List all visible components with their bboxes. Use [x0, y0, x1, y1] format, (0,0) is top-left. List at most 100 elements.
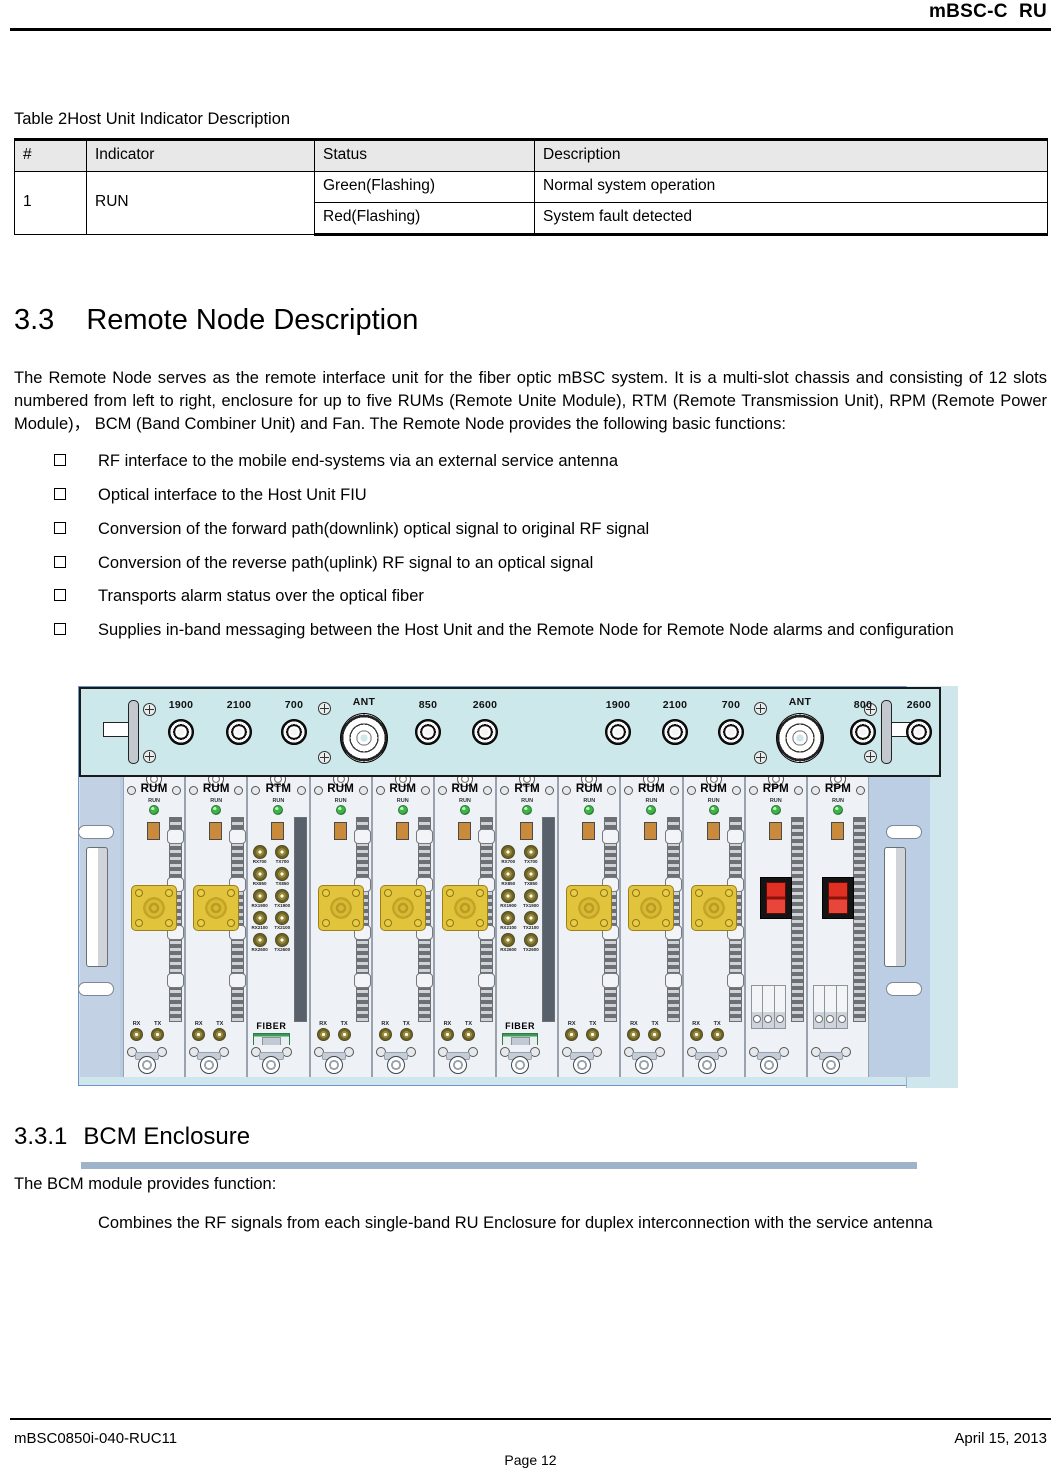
module-latch-icon[interactable]	[478, 829, 496, 845]
rtm-port-rx850[interactable]: RX850	[501, 867, 516, 886]
chassis-handle-left[interactable]	[86, 847, 108, 968]
module-thumbscrew-icon[interactable]	[511, 1056, 530, 1075]
module-latch-icon[interactable]	[229, 829, 247, 845]
tx-port[interactable]: TX	[151, 1021, 165, 1042]
terminal-screw-icon[interactable]	[763, 986, 775, 1029]
module-thumbscrew-icon[interactable]	[821, 1056, 840, 1075]
usb-port-icon[interactable]	[333, 822, 347, 841]
module-latch-icon[interactable]	[229, 973, 247, 989]
usb-port-icon[interactable]	[209, 822, 223, 841]
power-terminal-block[interactable]	[812, 985, 849, 1030]
module-thumbscrew-icon[interactable]	[697, 1056, 716, 1075]
rtm-port-rx700[interactable]: RX700	[252, 845, 267, 864]
tx-port[interactable]: TX	[461, 1021, 475, 1042]
panel-handle-left[interactable]	[128, 700, 139, 765]
module-latch-icon[interactable]	[602, 829, 620, 845]
rx-port[interactable]: RX	[440, 1021, 454, 1042]
power-terminal-block[interactable]	[750, 985, 786, 1030]
panel-handle-right[interactable]	[881, 700, 892, 765]
rtm-port-tx700[interactable]: TX700	[523, 845, 538, 864]
module-slot-8-rum[interactable]: RUM RUN RX TX	[558, 777, 621, 1078]
rf-connector-2100-right[interactable]	[662, 719, 688, 746]
module-slot-3-rtm[interactable]: RTM RUN RX700 TX700 RX850 TX850 RX1900 T…	[247, 777, 310, 1078]
rtm-port-rx850[interactable]: RX850	[252, 867, 267, 886]
n-type-rf-connector[interactable]	[690, 885, 737, 932]
module-latch-icon[interactable]	[353, 973, 371, 989]
n-type-rf-connector[interactable]	[317, 885, 364, 932]
rtm-port-tx850[interactable]: TX850	[275, 867, 290, 886]
rf-connector-2600-right[interactable]	[906, 719, 932, 746]
rtm-port-rx2600[interactable]: RX2600	[252, 933, 268, 952]
module-slot-6-rum[interactable]: RUM RUN RX TX	[433, 777, 497, 1078]
chassis-handle-right[interactable]	[884, 847, 906, 968]
module-latch-icon[interactable]	[353, 829, 371, 845]
rx-port[interactable]: RX	[316, 1021, 330, 1042]
tx-port[interactable]: TX	[648, 1021, 662, 1042]
rf-connector-700-left[interactable]	[281, 719, 307, 746]
power-switch[interactable]	[821, 877, 854, 920]
usb-port-icon[interactable]	[520, 822, 534, 841]
rtm-port-tx700[interactable]: TX700	[275, 845, 290, 864]
usb-port-icon[interactable]	[830, 822, 844, 841]
usb-port-icon[interactable]	[644, 822, 658, 841]
module-latch-icon[interactable]	[664, 829, 682, 845]
module-slot-10-rum[interactable]: RUM RUN RX TX	[682, 777, 745, 1078]
rx-port[interactable]: RX	[627, 1021, 641, 1042]
rtm-port-rx1900[interactable]: RX1900	[500, 889, 516, 908]
rtm-port-tx2600[interactable]: TX2600	[523, 933, 539, 952]
module-slot-12-rpm[interactable]: RPM RUN	[806, 777, 870, 1078]
module-latch-icon[interactable]	[478, 973, 496, 989]
tx-port[interactable]: TX	[586, 1021, 600, 1042]
module-slot-1-rum[interactable]: RUM RUN RX TX	[123, 777, 186, 1078]
n-type-rf-connector[interactable]	[131, 885, 178, 932]
module-thumbscrew-icon[interactable]	[200, 1056, 219, 1075]
usb-port-icon[interactable]	[395, 822, 409, 841]
usb-port-icon[interactable]	[768, 822, 782, 841]
module-latch-icon[interactable]	[167, 973, 185, 989]
module-thumbscrew-icon[interactable]	[138, 1056, 157, 1075]
module-thumbscrew-icon[interactable]	[573, 1056, 592, 1075]
rf-connector-2100-left[interactable]	[226, 719, 252, 746]
module-thumbscrew-icon[interactable]	[324, 1056, 343, 1075]
rtm-port-rx700[interactable]: RX700	[501, 845, 516, 864]
power-switch[interactable]	[759, 877, 792, 920]
rtm-port-rx1900[interactable]: RX1900	[252, 889, 268, 908]
usb-port-icon[interactable]	[271, 822, 285, 841]
module-latch-icon[interactable]	[167, 829, 185, 845]
module-slot-7-rtm[interactable]: RTM RUN RX700 TX700 RX850 TX850 RX1900 T…	[496, 777, 559, 1078]
rf-connector-1900-left[interactable]	[168, 719, 194, 746]
module-slot-5-rum[interactable]: RUM RUN RX TX	[371, 777, 434, 1078]
module-slot-11-rpm[interactable]: RPM RUN	[744, 777, 807, 1078]
usb-port-icon[interactable]	[706, 822, 720, 841]
rf-connector-1900-right[interactable]	[605, 719, 631, 746]
rf-connector-700-right[interactable]	[718, 719, 744, 746]
n-type-rf-connector[interactable]	[566, 885, 613, 932]
rtm-port-tx850[interactable]: TX850	[523, 867, 538, 886]
rx-port[interactable]: RX	[192, 1021, 206, 1042]
rx-port[interactable]: RX	[689, 1021, 703, 1042]
rtm-port-rx2600[interactable]: RX2600	[500, 933, 516, 952]
rx-port[interactable]: RX	[130, 1021, 144, 1042]
antenna-connector-left[interactable]	[340, 713, 388, 764]
rf-connector-800[interactable]	[850, 719, 876, 746]
rtm-port-rx2100[interactable]: RX2100	[252, 911, 268, 930]
rtm-port-tx1900[interactable]: TX1900	[523, 889, 539, 908]
module-thumbscrew-icon[interactable]	[448, 1056, 467, 1075]
module-thumbscrew-icon[interactable]	[759, 1056, 778, 1075]
rx-port[interactable]: RX	[378, 1021, 392, 1042]
terminal-screw-icon[interactable]	[825, 986, 837, 1029]
rtm-port-tx2100[interactable]: TX2100	[523, 911, 539, 930]
terminal-screw-icon[interactable]	[751, 986, 764, 1029]
rf-connector-2600-left[interactable]	[472, 719, 498, 746]
module-latch-icon[interactable]	[415, 829, 433, 845]
rx-port[interactable]: RX	[565, 1021, 579, 1042]
tx-port[interactable]: TX	[710, 1021, 724, 1042]
antenna-connector-right[interactable]	[776, 713, 824, 764]
terminal-screw-icon[interactable]	[813, 986, 826, 1029]
n-type-rf-connector[interactable]	[379, 885, 426, 932]
rtm-port-tx1900[interactable]: TX1900	[274, 889, 290, 908]
usb-port-icon[interactable]	[457, 822, 471, 841]
rtm-port-tx2100[interactable]: TX2100	[274, 911, 290, 930]
terminal-screw-icon[interactable]	[774, 986, 785, 1029]
n-type-rf-connector[interactable]	[441, 885, 488, 932]
